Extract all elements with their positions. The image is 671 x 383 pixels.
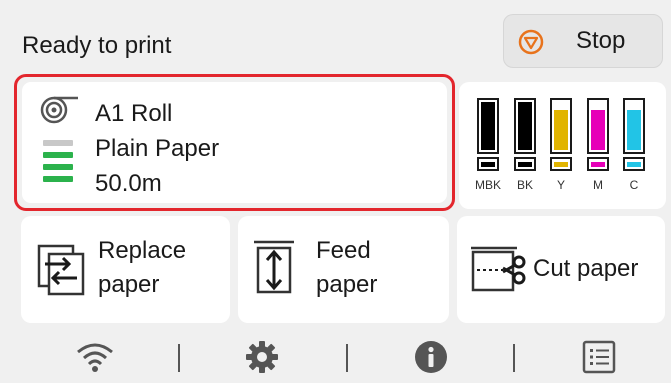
feed-paper-icon (254, 240, 294, 294)
job-list-icon[interactable] (582, 340, 616, 374)
paper-remaining-length: 50.0m (95, 170, 162, 197)
cut-paper-button[interactable]: Cut paper (457, 216, 665, 323)
feed-paper-label-line1: Feed (316, 237, 371, 264)
paper-size: A1 Roll (95, 100, 173, 127)
ink-tank-y: Y (550, 98, 572, 192)
info-icon[interactable] (414, 340, 448, 374)
replace-paper-label-line2: paper (98, 271, 160, 298)
nav-divider (513, 344, 515, 372)
cut-paper-icon (471, 246, 526, 292)
ink-label: MBK (474, 178, 502, 192)
ink-label: BK (516, 178, 534, 192)
replace-paper-icon (37, 244, 85, 296)
feed-paper-label-line2: paper (316, 271, 378, 298)
ink-tank-m: M (587, 98, 609, 192)
nav-divider (346, 344, 348, 372)
stop-icon (518, 29, 544, 55)
paper-type: Plain Paper (95, 135, 220, 162)
nav-divider (178, 344, 180, 372)
ink-tank-c: C (623, 98, 645, 192)
paper-info-card[interactable]: A1 Roll Plain Paper 50.0m (22, 82, 447, 203)
level-bar (43, 152, 73, 158)
ink-levels-panel[interactable]: MBK BK Y M C (459, 82, 666, 209)
ink-label: M (593, 178, 603, 192)
roll-paper-icon (40, 96, 78, 124)
wifi-icon[interactable] (74, 340, 116, 374)
stop-label: Stop (576, 27, 626, 54)
ink-label: C (629, 178, 639, 192)
paper-info-panel[interactable]: A1 Roll Plain Paper 50.0m (14, 74, 455, 211)
level-bar (43, 164, 73, 170)
printer-status-text: Ready to print (22, 32, 172, 59)
cut-paper-label: Cut paper (533, 255, 639, 282)
paper-remaining-level-indicator (43, 140, 73, 188)
replace-paper-button[interactable]: Replace paper (21, 216, 230, 323)
level-bar (43, 140, 73, 146)
ink-label: Y (556, 178, 566, 192)
bottom-navigation-bar (0, 328, 671, 383)
ink-tank-bk: BK (514, 98, 536, 192)
stop-button[interactable]: Stop (503, 14, 663, 68)
settings-gear-icon[interactable] (245, 340, 279, 374)
feed-paper-button[interactable]: Feed paper (238, 216, 449, 323)
ink-tank-mbk: MBK (475, 98, 501, 192)
replace-paper-label-line1: Replace (98, 237, 187, 264)
level-bar (43, 176, 73, 182)
